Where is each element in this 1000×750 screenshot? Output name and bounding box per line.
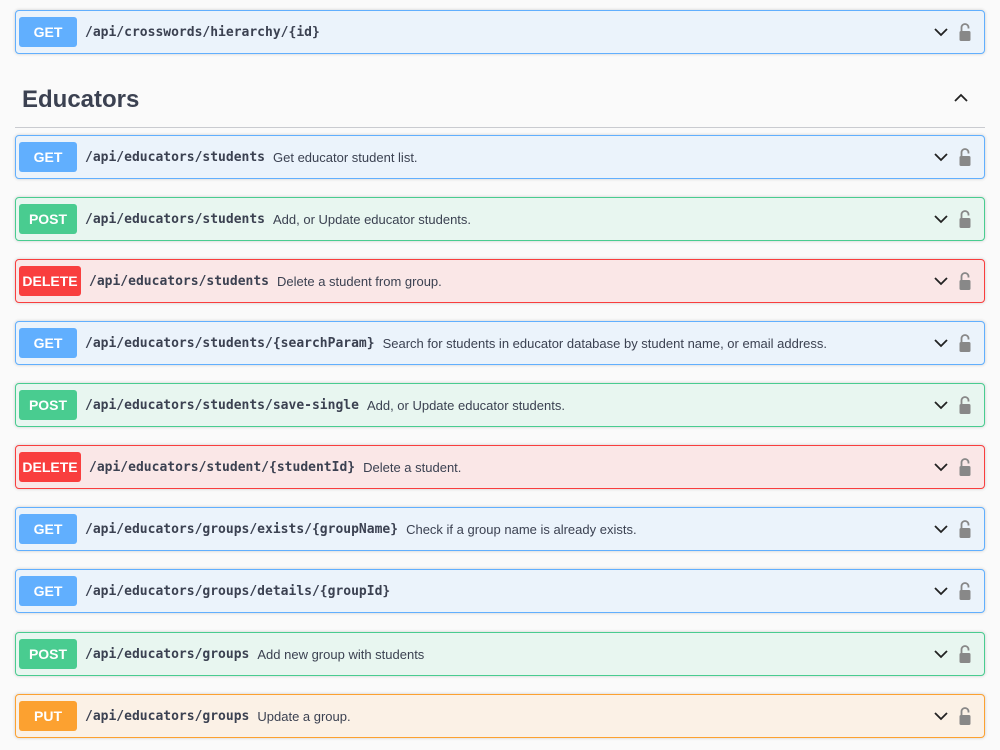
operation-path: /api/educators/groups/exists/{groupName} [85, 521, 399, 537]
method-badge: GET [19, 328, 77, 358]
swagger-page: GET /api/crosswords/hierarchy/{id} Educa… [0, 0, 1000, 750]
operation-row[interactable]: POST /api/educators/students/save-single… [15, 383, 985, 427]
method-badge: POST [19, 204, 77, 234]
section-header-educators[interactable]: Educators [15, 76, 985, 128]
operation-summary: Get educator student list. [273, 149, 418, 165]
lock-icon[interactable] [958, 332, 972, 354]
lock-icon[interactable] [958, 21, 972, 43]
method-badge: GET [19, 142, 77, 172]
operation-row[interactable]: GET /api/educators/groups/exists/{groupN… [15, 507, 985, 551]
method-badge: POST [19, 639, 77, 669]
operation-summary: Check if a group name is already exists. [406, 521, 637, 537]
operation-summary: Delete a student. [363, 459, 462, 475]
operation-row[interactable]: GET /api/educators/students/{searchParam… [15, 321, 985, 365]
method-badge: PUT [19, 701, 77, 731]
chevron-down-icon[interactable] [934, 522, 948, 536]
chevron-up-icon[interactable] [953, 90, 969, 106]
chevron-down-icon[interactable] [934, 709, 948, 723]
lock-icon[interactable] [958, 146, 972, 168]
operation-path: /api/educators/groups [85, 708, 250, 724]
operation-summary: Add new group with students [257, 646, 425, 662]
method-badge: POST [19, 390, 77, 420]
operation-summary: Add, or Update educator students. [273, 211, 472, 227]
chevron-down-icon[interactable] [934, 460, 948, 474]
chevron-down-icon[interactable] [934, 274, 948, 288]
section-title: Educators [22, 86, 140, 113]
operation-path: /api/educators/students [89, 273, 270, 289]
chevron-down-icon[interactable] [934, 398, 948, 412]
method-badge: GET [19, 576, 77, 606]
operation-row[interactable]: GET /api/educators/groups/details/{group… [15, 569, 985, 613]
operation-summary: Delete a student from group. [277, 273, 442, 289]
operation-row[interactable]: POST /api/educators/groups Add new group… [15, 632, 985, 676]
operation-summary: Update a group. [257, 708, 351, 724]
lock-icon[interactable] [958, 456, 972, 478]
operation-row[interactable]: POST /api/educators/students Add, or Upd… [15, 197, 985, 241]
chevron-down-icon[interactable] [934, 150, 948, 164]
lock-icon[interactable] [958, 208, 972, 230]
chevron-down-icon[interactable] [934, 584, 948, 598]
operation-path: /api/educators/groups/details/{groupId} [85, 583, 391, 599]
chevron-down-icon[interactable] [934, 212, 948, 226]
operation-row[interactable]: PUT /api/educators/groups Update a group… [15, 694, 985, 738]
operation-path: /api/educators/students/{searchParam} [85, 335, 375, 351]
operation-get-crosswords-hierarchy[interactable]: GET /api/crosswords/hierarchy/{id} [15, 10, 985, 54]
operation-row[interactable]: GET /api/educators/students Get educator… [15, 135, 985, 179]
method-badge: DELETE [19, 266, 81, 296]
lock-icon[interactable] [958, 580, 972, 602]
operation-row[interactable]: DELETE /api/educators/students Delete a … [15, 259, 985, 303]
operation-path: /api/educators/groups [85, 646, 250, 662]
method-badge: GET [19, 514, 77, 544]
chevron-down-icon[interactable] [934, 647, 948, 661]
lock-icon[interactable] [958, 518, 972, 540]
lock-icon[interactable] [958, 394, 972, 416]
operation-row[interactable]: DELETE /api/educators/student/{studentId… [15, 445, 985, 489]
chevron-down-icon[interactable] [934, 25, 948, 39]
operation-summary: Search for students in educator database… [382, 335, 828, 351]
operation-path: /api/crosswords/hierarchy/{id} [85, 24, 320, 40]
lock-icon[interactable] [958, 270, 972, 292]
operation-path: /api/educators/students/save-single [85, 397, 359, 413]
operation-path: /api/educators/students [85, 149, 266, 165]
operation-path: /api/educators/students [85, 211, 266, 227]
operation-summary: Add, or Update educator students. [366, 397, 565, 413]
lock-icon[interactable] [958, 705, 972, 727]
lock-icon[interactable] [958, 643, 972, 665]
method-badge: GET [19, 17, 77, 47]
operation-path: /api/educators/student/{studentId} [89, 459, 356, 475]
method-badge: DELETE [19, 452, 81, 482]
chevron-down-icon[interactable] [934, 336, 948, 350]
